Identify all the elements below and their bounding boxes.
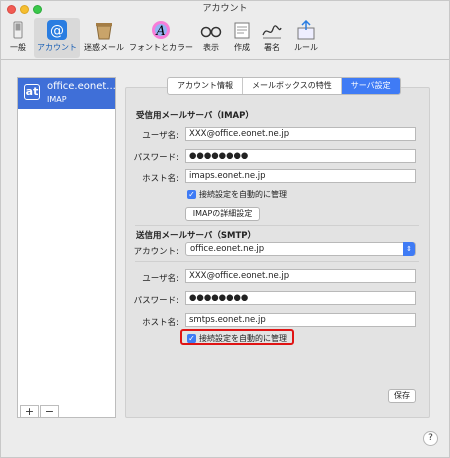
checkmark-icon: ✓: [187, 190, 196, 199]
junk-mail-icon: [96, 23, 112, 40]
outgoing-auto-manage-label: 接続設定を自動的に管理: [199, 334, 287, 343]
outgoing-username-label: ユーザ名:: [142, 274, 179, 284]
remove-account-button[interactable]: −: [40, 405, 59, 418]
close-window-button[interactable]: [7, 5, 16, 14]
outgoing-host-field[interactable]: smtps.eonet.ne.jp: [185, 313, 416, 327]
incoming-server-title: 受信用メールサーバ（IMAP）: [136, 111, 254, 121]
toolbar-viewing[interactable]: 表示: [198, 18, 224, 58]
toolbar-junk-mail[interactable]: 迷惑メール: [83, 18, 125, 58]
incoming-password-label: パスワード:: [133, 153, 179, 163]
zoom-window-button[interactable]: [33, 5, 42, 14]
switch-icon: [13, 21, 23, 39]
glasses-icon: [200, 26, 222, 38]
window-title: アカウント: [202, 4, 248, 14]
incoming-host-field[interactable]: imaps.eonet.ne.jp: [185, 169, 416, 183]
outgoing-username-field[interactable]: XXX@office.eonet.ne.jp: [185, 269, 416, 283]
help-button[interactable]: ?: [423, 431, 438, 446]
account-at-icon: at: [24, 84, 40, 100]
incoming-host-label: ホスト名:: [142, 174, 179, 184]
account-type: IMAP: [47, 95, 67, 104]
rules-icon: [297, 20, 315, 40]
svg-text:@: @: [50, 23, 64, 39]
outgoing-account-select[interactable]: office.eonet.ne.jp ⇕: [185, 242, 416, 256]
section-divider: [135, 225, 419, 226]
chevron-updown-icon: ⇕: [403, 242, 415, 256]
toolbar-fonts-colors[interactable]: A フォントとカラー: [128, 18, 194, 58]
save-button[interactable]: 保存: [388, 389, 416, 403]
incoming-username-label: ユーザ名:: [142, 131, 179, 141]
tab-mailbox-behaviors[interactable]: メールボックスの特性: [243, 78, 342, 94]
titlebar: アカウント: [1, 1, 449, 17]
svg-text:A: A: [155, 24, 165, 39]
outgoing-host-label: ホスト名:: [142, 318, 179, 328]
imap-advanced-settings-button[interactable]: IMAPの詳細設定: [185, 207, 260, 221]
incoming-username-field[interactable]: XXX@office.eonet.ne.jp: [185, 127, 416, 141]
preferences-toolbar: 一般 @ アカウント 迷惑メール A フォントとカラー 表示 作成 署名 ルール: [1, 17, 449, 60]
outgoing-account-label: アカウント:: [133, 247, 179, 257]
outgoing-server-title: 送信用メールサーバ（SMTP）: [136, 231, 257, 241]
account-list: at office.eonet... IMAP: [17, 77, 116, 418]
at-sign-icon: @: [47, 20, 67, 40]
toolbar-signatures[interactable]: 署名: [259, 18, 285, 58]
incoming-auto-manage-checkbox[interactable]: ✓ 接続設定を自動的に管理: [187, 189, 287, 200]
toolbar-accounts[interactable]: @ アカウント: [34, 18, 80, 58]
toolbar-general[interactable]: 一般: [5, 18, 31, 58]
font-color-icon: A: [152, 21, 170, 39]
outgoing-account-value: office.eonet.ne.jp: [190, 244, 265, 254]
incoming-password-field[interactable]: ●●●●●●●●: [185, 149, 416, 163]
outgoing-password-field[interactable]: ●●●●●●●●: [185, 291, 416, 305]
account-name: office.eonet...: [47, 81, 116, 92]
incoming-auto-manage-label: 接続設定を自動的に管理: [199, 190, 287, 199]
tab-account-info[interactable]: アカウント情報: [168, 78, 243, 94]
account-tabs: アカウント情報 メールボックスの特性 サーバ設定: [167, 77, 401, 95]
toolbar-composing[interactable]: 作成: [229, 18, 255, 58]
section-divider: [135, 261, 419, 262]
tab-server-settings[interactable]: サーバ設定: [341, 78, 400, 94]
signature-icon: [262, 25, 282, 39]
account-list-controls: + −: [17, 405, 116, 419]
outgoing-auto-manage-checkbox[interactable]: ✓ 接続設定を自動的に管理: [187, 333, 287, 344]
account-list-item[interactable]: at office.eonet... IMAP: [18, 78, 116, 109]
compose-icon: [234, 22, 250, 39]
mail-preferences-window: アカウント 一般 @ アカウント 迷惑メール A フォントとカラー 表示 作成 …: [0, 0, 450, 458]
add-account-button[interactable]: +: [20, 405, 39, 418]
minimize-window-button[interactable]: [20, 5, 29, 14]
toolbar-rules[interactable]: ルール: [291, 18, 321, 58]
outgoing-password-label: パスワード:: [133, 296, 179, 306]
checkmark-icon: ✓: [187, 334, 196, 343]
